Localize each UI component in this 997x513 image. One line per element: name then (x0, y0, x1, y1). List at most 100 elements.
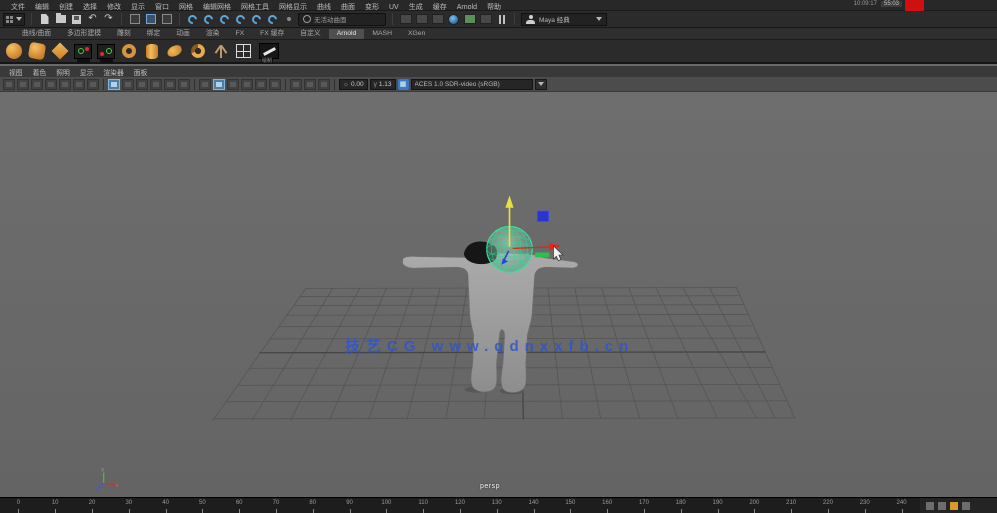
menu-item[interactable]: 编辑网格 (198, 4, 236, 11)
time-tick[interactable]: 130 (478, 498, 515, 513)
shelf-tab[interactable]: 雕刻 (109, 26, 139, 39)
all-lights-button[interactable] (150, 78, 162, 90)
menu-item[interactable]: 文件 (6, 4, 30, 11)
menu-item[interactable]: 网格 (174, 4, 198, 11)
hypershade-button[interactable] (463, 13, 476, 26)
shelf-tab[interactable]: 曲线/曲面 (14, 26, 59, 39)
joint-tool-icon[interactable] (73, 42, 92, 63)
render-frame-button[interactable] (415, 13, 428, 26)
time-tick[interactable]: 50 (184, 498, 221, 513)
shelf-tab[interactable]: 多边形建模 (59, 26, 109, 39)
menu-item[interactable]: 修改 (102, 4, 126, 11)
time-tick[interactable]: 190 (699, 498, 736, 513)
time-tick[interactable]: 120 (442, 498, 479, 513)
time-tick[interactable]: 200 (736, 498, 773, 513)
menu-item[interactable]: 帮助 (482, 4, 506, 11)
perspective-viewport[interactable]: x y 技艺CG www.qdnxxfb.cn persp (0, 92, 997, 497)
time-tick[interactable]: 100 (368, 498, 405, 513)
save-scene-button[interactable] (70, 13, 83, 26)
ipr-render-button[interactable] (431, 13, 444, 26)
time-tick[interactable]: 30 (110, 498, 147, 513)
paint-effects-tree-icon[interactable] (211, 42, 230, 61)
menu-item[interactable]: 曲线 (312, 4, 336, 11)
camera-attributes-button[interactable] (31, 78, 43, 90)
menu-item[interactable]: 显示 (126, 4, 150, 11)
panel-menu-item[interactable]: 显示 (75, 67, 99, 77)
time-tick[interactable]: 170 (626, 498, 663, 513)
time-tick[interactable]: 80 (294, 498, 331, 513)
color-managed-icon[interactable]: ▦ (397, 78, 409, 90)
hud-button[interactable] (304, 78, 316, 90)
time-tick[interactable]: 220 (810, 498, 847, 513)
ik-handle-tool-icon[interactable] (96, 42, 115, 63)
time-tick[interactable]: 90 (331, 498, 368, 513)
poly-sphere-faceted-icon[interactable] (27, 41, 46, 61)
snap-to-projected-center-toggle[interactable] (234, 12, 247, 26)
poly-bean-icon[interactable] (165, 42, 184, 61)
2d-pan-zoom-button[interactable] (73, 78, 85, 90)
shelf-tab[interactable]: FX 缓存 (252, 26, 292, 39)
time-tick[interactable]: 230 (846, 498, 883, 513)
menu-item[interactable]: 缓存 (428, 4, 452, 11)
object-details-button[interactable] (318, 78, 330, 90)
snap-mode-dot[interactable] (282, 13, 295, 26)
time-tick[interactable]: 70 (258, 498, 295, 513)
shelf-tab[interactable]: 自定义 (292, 26, 328, 39)
grease-pencil-button[interactable] (87, 78, 99, 90)
select-object-toggle[interactable] (144, 13, 157, 26)
time-tick[interactable]: 210 (773, 498, 810, 513)
motion-blur-button[interactable] (199, 78, 211, 90)
open-scene-button[interactable] (54, 13, 67, 26)
time-tick[interactable]: 140 (515, 498, 552, 513)
joint-xray-button[interactable] (269, 78, 281, 90)
view-transform-caret[interactable] (534, 78, 547, 90)
lock-camera-button[interactable] (17, 78, 29, 90)
menu-set-dropdown[interactable] (3, 12, 25, 26)
light-editor-button[interactable] (479, 13, 492, 26)
panel-menu-item[interactable]: 视图 (4, 67, 28, 77)
set-key-icon[interactable] (950, 502, 958, 510)
view-transform-dropdown[interactable]: ACES 1.0 SDR-video (sRGB) (410, 78, 533, 90)
playback-option-icon[interactable] (962, 502, 970, 510)
pencil-tool-icon[interactable]: 绘制 (257, 42, 281, 64)
shelf-tab[interactable]: XGen (400, 29, 433, 39)
menu-item[interactable]: 编辑 (30, 4, 54, 11)
poly-helix-icon[interactable] (188, 42, 207, 61)
snap-extra-toggle[interactable] (266, 12, 279, 26)
time-tick[interactable]: 0 (0, 498, 37, 513)
playback-option-icon[interactable] (938, 502, 946, 510)
panel-menu-item[interactable]: 渲染器 (98, 67, 128, 77)
redo-button[interactable]: ↷ (102, 13, 115, 26)
bookmarks-button[interactable] (45, 78, 57, 90)
menu-item[interactable]: Arnold (452, 4, 482, 11)
playback-option-icon[interactable] (926, 502, 934, 510)
exposure-field[interactable]: ☼ 0.00 (339, 78, 368, 90)
menu-item[interactable]: 创建 (54, 4, 78, 11)
snap-to-point-toggle[interactable] (218, 12, 231, 26)
shaded-mode-button[interactable] (122, 78, 134, 90)
isolate-select-button[interactable] (241, 78, 253, 90)
pause-viewport-button[interactable] (495, 13, 508, 26)
depth-of-field-button[interactable] (227, 78, 239, 90)
time-tick[interactable]: 40 (147, 498, 184, 513)
panel-menu-item[interactable]: 照明 (51, 67, 75, 77)
render-view-button[interactable] (399, 13, 412, 26)
select-hierarchy-toggle[interactable] (128, 13, 141, 26)
menu-item[interactable]: UV (384, 4, 404, 11)
panel-menu-item[interactable]: 着色 (28, 67, 52, 77)
snap-to-curve-toggle[interactable] (202, 12, 215, 26)
panel-menu-item[interactable]: 面板 (129, 67, 153, 77)
multisample-aa-button[interactable] (213, 78, 225, 90)
shelf-tab[interactable]: Arnold (328, 29, 365, 39)
poly-sphere-icon[interactable] (4, 42, 23, 61)
menu-item[interactable]: 选择 (78, 4, 102, 11)
time-tick[interactable]: 160 (589, 498, 626, 513)
menu-item[interactable]: 网格工具 (236, 4, 274, 11)
snap-to-grid-toggle[interactable] (186, 12, 199, 26)
shelf-tab[interactable]: MASH (364, 29, 400, 39)
x-ray-button[interactable] (255, 78, 267, 90)
time-tick[interactable]: 240 (883, 498, 920, 513)
menu-item[interactable]: 网格显示 (274, 4, 312, 11)
plugin-shapes-button[interactable] (290, 78, 302, 90)
poly-plane-icon[interactable] (50, 42, 69, 61)
